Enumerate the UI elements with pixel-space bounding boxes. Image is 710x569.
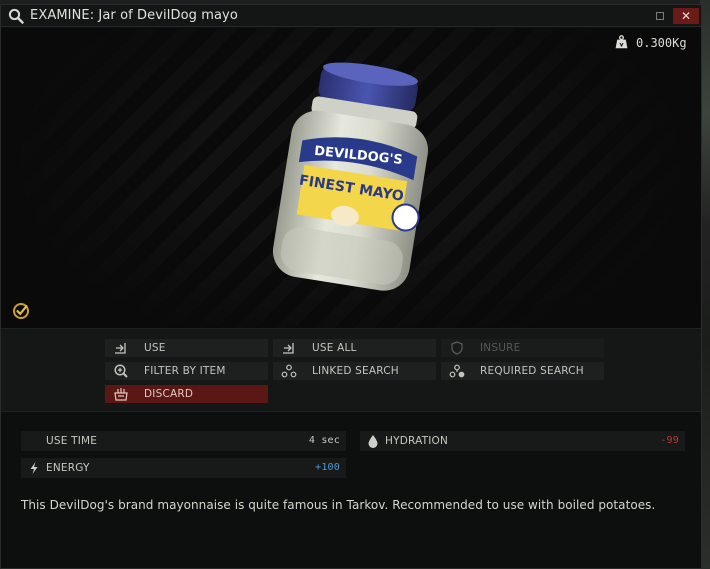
lightning-icon [30,462,38,474]
discard-icon [114,388,128,401]
item-description: This DevilDog's brand mayonnaise is quit… [21,498,656,512]
shield-icon [451,341,463,355]
energy-label: ENERGY [46,462,90,474]
stat-energy: ENERGY +100 [21,458,346,478]
insure-label: INSURE [480,342,521,354]
energy-value: +100 [315,462,340,473]
close-icon: ✕ [680,9,692,23]
insure-button[interactable]: INSURE [441,339,604,357]
examined-check-icon [13,303,29,319]
linked-search-button[interactable]: LINKED SEARCH [273,362,436,380]
water-drop-icon [368,435,378,448]
title-bar[interactable]: EXAMINE: Jar of DevilDog mayo ✕ [1,5,701,27]
discard-label: DISCARD [144,388,194,400]
discard-button[interactable]: DISCARD [105,385,268,403]
stat-hydration: HYDRATION -99 [360,431,685,451]
item-preview[interactable]: 0.300Kg DEVILDOG'S FINEST MAYO [1,28,701,328]
use-button[interactable]: USE [105,339,268,357]
required-search-button[interactable]: REQUIRED SEARCH [441,362,604,380]
stat-use-time: USE TIME 4 sec [21,431,346,451]
use-all-icon [283,343,294,354]
window-title: EXAMINE: Jar of DevilDog mayo [30,8,238,23]
use-time-value: 4 sec [308,435,340,446]
examine-window: EXAMINE: Jar of DevilDog mayo ✕ 0.300Kg [0,4,702,569]
linked-search-icon [281,364,297,378]
zoom-plus-icon [114,364,128,378]
use-all-label: USE ALL [312,342,357,354]
context-actions-panel: USE USE ALL INSURE FILTER BY ITEM LINKED… [1,328,701,412]
hydration-value: -99 [660,435,679,446]
use-all-button[interactable]: USE ALL [273,339,436,357]
filter-by-item-button[interactable]: FILTER BY ITEM [105,362,268,380]
mayo-jar-image: DEVILDOG'S FINEST MAYO [272,62,429,291]
hydration-label: HYDRATION [385,435,449,447]
minimize-button[interactable] [656,12,664,20]
item-weight: 0.300Kg [636,36,687,50]
linked-search-label: LINKED SEARCH [312,365,399,377]
use-label: USE [144,342,166,354]
use-icon [115,343,126,354]
filter-by-item-label: FILTER BY ITEM [144,365,226,377]
weight-icon [615,35,628,49]
magnifier-icon [8,8,24,24]
required-search-icon [449,364,465,378]
required-search-label: REQUIRED SEARCH [480,365,584,377]
close-button[interactable]: ✕ [673,8,699,24]
use-time-label: USE TIME [46,435,98,447]
